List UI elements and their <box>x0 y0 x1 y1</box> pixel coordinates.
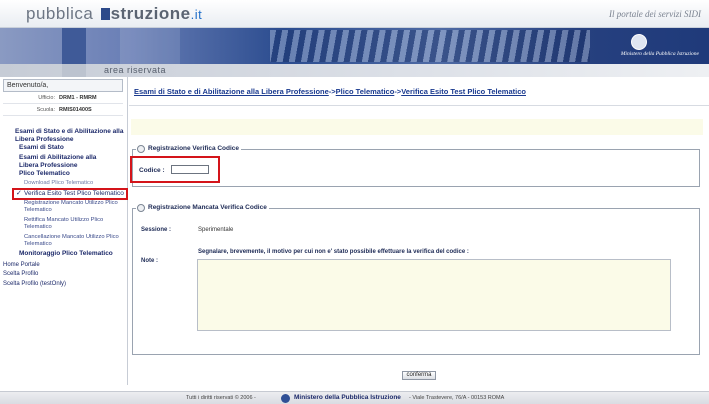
sidebar-section-title: Esami di Stato e di Abilitazione alla Li… <box>15 128 124 143</box>
office-label: Ufficio: <box>38 95 55 101</box>
check-icon: ✓ <box>16 190 22 197</box>
site-logo[interactable]: pubblica struzione.it <box>26 4 202 24</box>
sidebar-item-monitoraggio[interactable]: Monitoraggio Plico Telematico <box>19 250 127 258</box>
sidebar-item-cancellazione-mancato[interactable]: Cancellazione Mancato Utilizzo Plico Tel… <box>24 234 120 248</box>
message-area <box>131 119 703 135</box>
area-bar-decoration <box>62 64 86 77</box>
breadcrumb-item-esami[interactable]: Esami di Stato e di Abilitazione alla Li… <box>134 87 329 96</box>
sidebar-item-esami-di-stato[interactable]: Esami di Stato <box>19 144 123 152</box>
header-banner: Ministero della Pubblica Istruzione <box>0 28 709 64</box>
session-label: Sessione : <box>141 227 172 233</box>
sidebar-item-esami-abilitazione[interactable]: Esami di Abilitazione alla Libera Profes… <box>19 154 117 170</box>
session-value: Sperimentale <box>198 227 234 233</box>
note-label: Note : <box>141 258 158 264</box>
sidebar-item-scelta-profilo-testonly[interactable]: Scelta Profilo (testOnly) <box>3 280 113 288</box>
confirm-button[interactable]: conferma <box>402 371 436 380</box>
ministry-name: Ministero della Pubblica Istruzione <box>620 51 699 57</box>
breadcrumb-item-plico[interactable]: Plico Telematico <box>336 87 395 96</box>
note-textarea[interactable] <box>197 259 671 331</box>
breadcrumb-separator: -> <box>328 87 336 96</box>
footer-address: - Viale Trastevere, 76/A - 00153 ROMA <box>409 395 505 401</box>
logo-domain: .it <box>190 7 203 22</box>
breadcrumb: Esami di Stato e di Abilitazione alla Li… <box>134 87 526 96</box>
sidebar-item-verifica-esito-label: Verifica Esito Test Plico Telematico <box>24 190 124 197</box>
welcome-box: Benvenuto/a, <box>3 79 123 92</box>
breadcrumb-item-verifica[interactable]: Verifica Esito Test Plico Telematico <box>401 87 526 96</box>
school-value: RMIS01400S <box>59 107 92 113</box>
logo-text-post: struzione <box>110 4 191 23</box>
logo-text-pre: pubblica <box>26 4 94 23</box>
office-row: Ufficio: DRM1 - RMRM <box>3 92 123 104</box>
banner-decoration <box>62 28 86 64</box>
sidebar-item-plico-telematico[interactable]: Plico Telematico <box>19 170 123 178</box>
area-label: area riservata <box>104 65 167 75</box>
sidebar-item-rettifica-mancato[interactable]: Rettifica Mancato Utilizzo Plico Telemat… <box>24 217 120 231</box>
school-label: Scuola: <box>36 107 55 113</box>
sidebar-item-registrazione-mancato[interactable]: Registrazione Mancato Utilizzo Plico Tel… <box>24 200 118 214</box>
portal-tagline: Il portale dei servizi SIDI <box>609 9 701 19</box>
divider <box>129 105 709 106</box>
main-content: Esami di Stato e di Abilitazione alla Li… <box>129 77 709 385</box>
area-bar: area riservata <box>0 64 709 77</box>
verify-code-legend-label: Registrazione Verifica Codice <box>148 145 240 152</box>
school-row: Scuola: RMIS01400S <box>3 104 123 116</box>
not-verified-radio[interactable] <box>137 204 145 212</box>
sidebar-item-home-portale[interactable]: Home Portale <box>3 261 113 269</box>
republic-emblem-icon <box>281 394 290 403</box>
verify-code-legend: Registrazione Verifica Codice <box>136 145 242 153</box>
note-prompt: Segnalare, brevemente, il motivo per cui… <box>198 249 469 255</box>
footer-rights: Tutti i diritti riservati © 2006 - <box>186 395 256 401</box>
codice-highlight <box>130 156 220 183</box>
banner-decoration <box>120 28 180 64</box>
office-value: DRM1 - RMRM <box>59 95 97 101</box>
footer-ministry: Ministero della Pubblica Istruzione <box>294 394 401 401</box>
top-bar: pubblica struzione.it Il portale dei ser… <box>0 0 709 28</box>
logo-i-mark-icon <box>100 8 110 20</box>
keyboard-image <box>270 30 590 62</box>
not-verified-legend-label: Registrazione Mancata Verifica Codice <box>148 204 267 211</box>
sidebar-item-scelta-profilo[interactable]: Scelta Profilo <box>3 270 113 278</box>
republic-emblem-icon <box>631 34 647 50</box>
sidebar-item-verifica-esito[interactable]: ✓ Verifica Esito Test Plico Telematico <box>12 188 128 200</box>
footer: Tutti i diritti riservati © 2006 - Minis… <box>0 391 709 404</box>
not-verified-legend: Registrazione Mancata Verifica Codice <box>136 204 269 212</box>
welcome-text: Benvenuto/a, <box>7 82 49 89</box>
verify-code-radio[interactable] <box>137 145 145 153</box>
sidebar-item-download-plico[interactable]: Download Plico Telematico <box>24 180 124 187</box>
sidebar: Benvenuto/a, Ufficio: DRM1 - RMRM Scuola… <box>0 77 128 385</box>
